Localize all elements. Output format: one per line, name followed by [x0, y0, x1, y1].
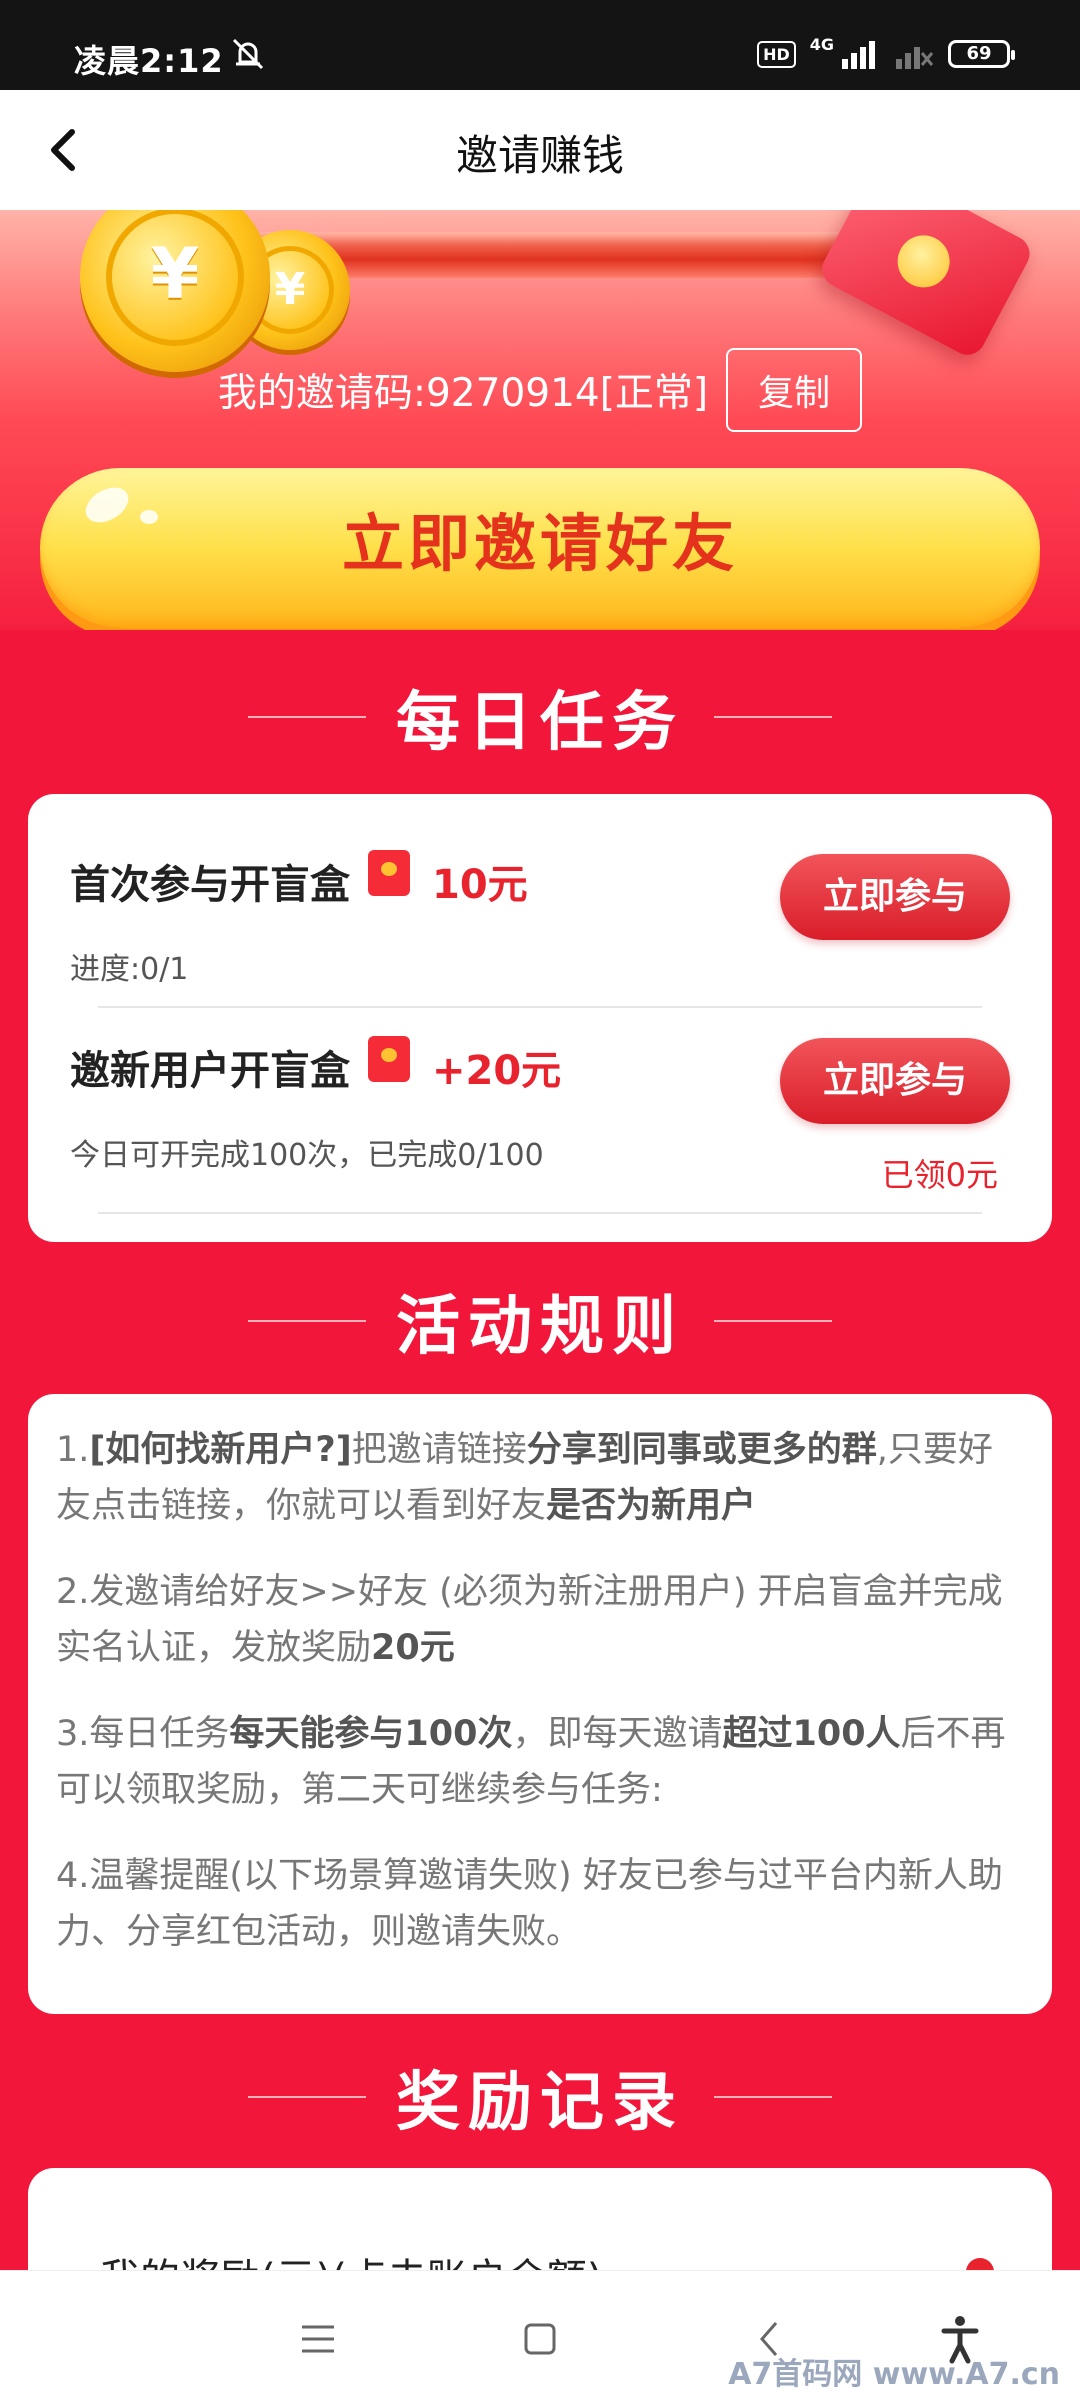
- title-divider: [248, 2096, 366, 2098]
- network-type: 4G: [809, 34, 834, 54]
- app-header: 邀请赚钱: [0, 90, 1080, 211]
- watermark: A7首码网 www.A7.cn: [728, 2357, 1060, 2392]
- invite-code: 我的邀请码:9270914[正常]: [217, 371, 709, 416]
- menu-icon[interactable]: [288, 2309, 348, 2369]
- status-bar: 凌晨2:12 HD 4G 69: [0, 0, 1080, 90]
- section-title-daily: 每日任务: [0, 672, 1080, 762]
- signal-icon: [842, 41, 875, 69]
- task-progress: 进度:0/1: [70, 952, 189, 987]
- task-title: 邀新用户开盲盒 +20元: [70, 1036, 562, 1096]
- rule-item: 4.温馨提醒(以下场景算邀请失败) 好友已参与过平台内新人助力、分享红包活动，则…: [56, 1856, 1003, 1952]
- divider: [98, 1212, 982, 1214]
- system-nav-bar: A7首码网 www.A7.cn: [0, 2270, 1080, 2401]
- section-title-rewards: 奖励记录: [0, 2052, 1080, 2142]
- title-divider: [714, 716, 832, 718]
- claimed-amount: 已领0元: [881, 1156, 998, 1194]
- title-divider: [248, 716, 366, 718]
- divider: [98, 1006, 982, 1008]
- battery-icon: 69: [948, 40, 1015, 68]
- rule-item: 2.发邀请给好友>>好友 (必须为新注册用户) 开启盲盒并完成实名认证，发放奖励…: [56, 1572, 1003, 1668]
- invite-friends-label: 立即邀请好友: [341, 507, 738, 580]
- bell-muted-icon: [232, 38, 264, 70]
- section-title-text: 每日任务: [396, 686, 684, 760]
- rule-item: 3.每日任务每天能参与100次，即每天邀请超过100人后不再可以领取奖励，第二天…: [56, 1714, 1006, 1810]
- section-title-text: 奖励记录: [396, 2066, 684, 2140]
- red-packet-icon: [368, 1036, 410, 1082]
- task-title-text: 邀新用户开盲盒: [70, 1048, 350, 1094]
- title-divider: [714, 2096, 832, 2098]
- copy-button[interactable]: 复制: [726, 348, 863, 432]
- gloss-highlight: [140, 510, 158, 524]
- hero-banner: ¥ ¥ 我的邀请码:9270914[正常] 复制 立即邀请好友: [0, 210, 1080, 630]
- section-title-rules: 活动规则: [0, 1276, 1080, 1366]
- home-square-icon[interactable]: [510, 2309, 570, 2369]
- status-indicators: HD 4G 69: [757, 34, 1015, 74]
- task-reward: +20元: [432, 1048, 562, 1094]
- section-title-text: 活动规则: [396, 1290, 684, 1364]
- invite-code-row: 我的邀请码:9270914[正常] 复制: [0, 343, 1080, 437]
- rule-item: 1.[如何找新用户?]把邀请链接分享到同事或更多的群,只要好友点击链接，你就可以…: [56, 1430, 993, 1526]
- join-button[interactable]: 立即参与: [780, 1038, 1010, 1124]
- task-reward: 10元: [432, 862, 528, 908]
- rules-card: 1.[如何找新用户?]把邀请链接分享到同事或更多的群,只要好友点击链接，你就可以…: [28, 1394, 1052, 2014]
- task-title: 首次参与开盲盒 10元: [70, 850, 528, 910]
- signal-off-icon: [896, 47, 934, 69]
- daily-tasks-card: 首次参与开盲盒 10元 进度:0/1 立即参与 邀新用户开盲盒 +20元 今日可…: [28, 794, 1052, 1242]
- join-button[interactable]: 立即参与: [780, 854, 1010, 940]
- title-divider: [248, 1320, 366, 1322]
- invite-friends-button[interactable]: 立即邀请好友: [40, 468, 1040, 628]
- gloss-highlight: [79, 480, 135, 530]
- task-progress: 今日可开完成100次，已完成0/100: [70, 1138, 544, 1173]
- hd-badge: HD: [757, 40, 796, 68]
- task-title-text: 首次参与开盲盒: [70, 862, 350, 908]
- status-time: 凌晨2:12: [74, 42, 224, 80]
- red-packet-icon: [368, 850, 410, 896]
- title-divider: [714, 1320, 832, 1322]
- page-title: 邀请赚钱: [455, 131, 624, 180]
